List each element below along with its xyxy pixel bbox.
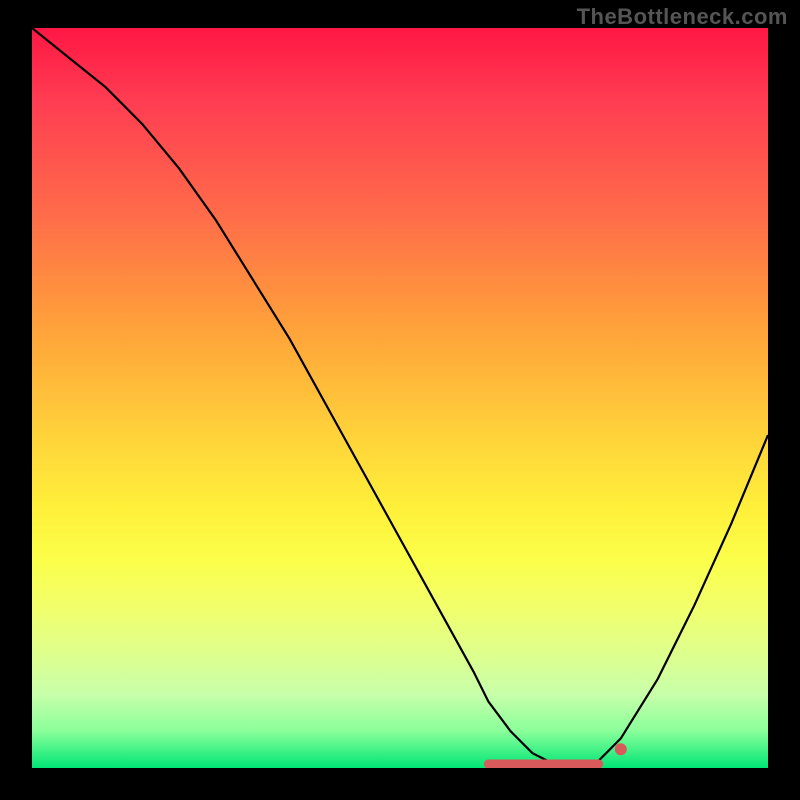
marker-dot: [615, 743, 627, 755]
watermark-text: TheBottleneck.com: [577, 4, 788, 30]
chart-svg: [32, 28, 768, 768]
bottleneck-curve: [32, 28, 768, 768]
plot-area: [32, 28, 768, 768]
